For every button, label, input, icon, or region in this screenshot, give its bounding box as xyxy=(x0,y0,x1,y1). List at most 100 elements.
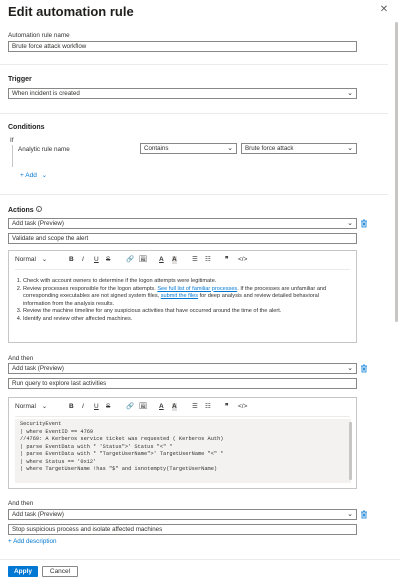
trigger-dropdown[interactable]: When incident is created ⌄ xyxy=(8,88,357,99)
code-line: //4769: A Kerberos service ticket was re… xyxy=(20,436,224,442)
and-then-label: And then xyxy=(8,355,34,362)
conditions-heading: Conditions xyxy=(8,124,45,131)
trash-icon[interactable] xyxy=(360,219,368,228)
style-value: Normal xyxy=(15,256,36,263)
code-line: | where EventID == 4769 xyxy=(20,428,94,435)
info-icon: i xyxy=(35,206,42,212)
editor-toolbar: Normal ⌄ B I U S 🔗 🖼 A A ☰ ☷ ❞ </> xyxy=(9,251,356,269)
add-condition-label: + Add xyxy=(20,172,37,179)
task-description-editor[interactable]: Normal ⌄ B I U S 🔗 🖼 A A ☰ ☷ ❞ </> Check… xyxy=(8,250,357,343)
action-type-dropdown[interactable]: Add task (Preview) ⌄ xyxy=(8,218,357,229)
code-line: | parse EventData with * "TargetUserName… xyxy=(20,451,224,457)
quote-icon[interactable]: ❞ xyxy=(225,403,229,411)
submit-files-link[interactable]: submit the files xyxy=(161,293,198,299)
strikethrough-icon[interactable]: S xyxy=(106,403,110,411)
divider xyxy=(15,269,350,270)
quote-icon[interactable]: ❞ xyxy=(225,256,229,264)
divider xyxy=(0,64,388,65)
if-label: If xyxy=(10,137,14,144)
bullet-list-icon[interactable]: ☰ xyxy=(192,403,198,411)
code-icon[interactable]: </> xyxy=(238,256,247,264)
rule-name-input[interactable]: Brute force attack workflow xyxy=(8,41,357,52)
step-text: Review processes responsible for the log… xyxy=(23,285,158,292)
add-description-link[interactable]: + Add description xyxy=(8,538,56,545)
chevron-down-icon: ⌄ xyxy=(41,256,48,263)
numbered-list-icon[interactable]: ☷ xyxy=(205,256,211,264)
action-type-dropdown[interactable]: Add task (Preview) ⌄ xyxy=(8,363,357,374)
add-condition-button[interactable]: + Add ⌄ xyxy=(20,171,47,179)
condition-connector xyxy=(12,145,13,167)
divider xyxy=(0,194,388,195)
condition-value-dropdown[interactable]: Brute force attack ⌄ xyxy=(241,143,357,154)
steps-list: Check with account owners to determine i… xyxy=(15,278,330,323)
actions-heading: Actions i xyxy=(8,206,42,214)
code-icon[interactable]: </> xyxy=(238,403,247,411)
chevron-down-icon: ⌄ xyxy=(41,403,48,410)
code-line: | where TargetUserName !has "$" and isno… xyxy=(20,466,218,472)
link-icon[interactable]: 🔗 xyxy=(126,256,134,264)
action-type-value: Add task (Preview) xyxy=(12,365,64,372)
action-type-value: Add task (Preview) xyxy=(12,511,64,518)
numbered-list-icon[interactable]: ☷ xyxy=(205,403,211,411)
condition-value: Brute force attack xyxy=(245,145,294,152)
underline-icon[interactable]: U xyxy=(94,403,99,411)
trigger-value: When incident is created xyxy=(12,90,80,97)
operator-value: Contains xyxy=(144,145,169,152)
apply-button[interactable]: Apply xyxy=(8,566,38,577)
code-line: SecurityEvent xyxy=(20,421,62,427)
trash-icon[interactable] xyxy=(360,364,368,373)
divider xyxy=(0,559,400,560)
task-name-input[interactable]: Run query to explore last activities xyxy=(8,378,357,389)
image-icon[interactable]: 🖼 xyxy=(139,403,147,411)
highlight-icon[interactable]: A xyxy=(172,256,177,264)
bold-icon[interactable]: B xyxy=(69,403,74,411)
chevron-down-icon: ⌄ xyxy=(347,90,353,97)
bullet-list-icon[interactable]: ☰ xyxy=(192,256,198,264)
list-item: Identify and review other affected machi… xyxy=(23,316,330,324)
strikethrough-icon[interactable]: S xyxy=(106,256,110,264)
style-dropdown[interactable]: Normal ⌄ xyxy=(15,256,47,264)
chevron-down-icon: ⌄ xyxy=(347,220,353,227)
actions-heading-text: Actions xyxy=(8,207,34,214)
code-line: | parse EventData with * 'Status">' Stat… xyxy=(20,443,173,450)
chevron-down-icon: ⌄ xyxy=(347,145,353,152)
condition-property[interactable]: Analytic rule name xyxy=(18,146,70,153)
close-icon[interactable]: ✕ xyxy=(379,5,389,15)
panel-title: Edit automation rule xyxy=(8,4,134,19)
link-icon[interactable]: 🔗 xyxy=(126,403,134,411)
divider xyxy=(0,113,388,114)
list-item: Check with account owners to determine i… xyxy=(23,278,330,286)
code-scrollbar[interactable] xyxy=(349,422,352,480)
style-dropdown[interactable]: Normal ⌄ xyxy=(15,403,47,411)
italic-icon[interactable]: I xyxy=(82,256,84,264)
list-item: Review processes responsible for the log… xyxy=(23,286,330,309)
task-name-input[interactable]: Stop suspicious process and isolate affe… xyxy=(8,524,357,535)
highlight-icon[interactable]: A xyxy=(172,403,177,411)
italic-icon[interactable]: I xyxy=(82,403,84,411)
query-code-block[interactable]: SecurityEvent | where EventID == 4769//47… xyxy=(15,419,351,483)
chevron-down-icon: ⌄ xyxy=(41,172,48,179)
chevron-down-icon: ⌄ xyxy=(347,365,353,372)
task-description-editor[interactable]: Normal ⌄ B I U S 🔗 🖼 A A ☰ ☷ ❞ </> Secur… xyxy=(8,397,357,489)
underline-icon[interactable]: U xyxy=(94,256,99,264)
chevron-down-icon: ⌄ xyxy=(227,145,233,152)
divider xyxy=(15,416,350,417)
image-icon[interactable]: 🖼 xyxy=(139,256,147,264)
list-item: Review the machine timeline for any susp… xyxy=(23,308,330,316)
trigger-heading: Trigger xyxy=(8,76,32,83)
familiar-processes-link[interactable]: See full list of familiar processes xyxy=(157,286,237,292)
code-line: | where Status == '0x12' xyxy=(20,458,97,465)
font-color-icon[interactable]: A xyxy=(159,256,164,264)
rule-name-label: Automation rule name xyxy=(8,32,70,39)
and-then-label: And then xyxy=(8,500,34,507)
font-color-icon[interactable]: A xyxy=(159,403,164,411)
cancel-button[interactable]: Cancel xyxy=(42,566,78,577)
action-type-dropdown[interactable]: Add task (Preview) ⌄ xyxy=(8,509,357,520)
bold-icon[interactable]: B xyxy=(69,256,74,264)
condition-operator-dropdown[interactable]: Contains ⌄ xyxy=(140,143,237,154)
style-value: Normal xyxy=(15,403,36,410)
trash-icon[interactable] xyxy=(360,510,368,519)
page-scrollbar[interactable] xyxy=(395,22,398,322)
task-name-input[interactable]: Validate and scope the alert xyxy=(8,233,357,244)
action-type-value: Add task (Preview) xyxy=(12,220,64,227)
